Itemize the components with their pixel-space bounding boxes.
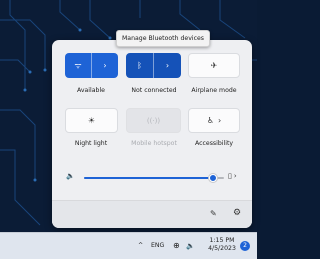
accessibility-label: Accessibility — [194, 140, 234, 147]
clock-time: 1:15 PM — [209, 237, 235, 244]
quick-settings-footer: ✎ ⚙ — [52, 200, 252, 228]
bluetooth-tooltip: Manage Bluetooth devices — [116, 30, 210, 47]
quick-settings-panel: ᯤ › Available ᛒ › Not connected ✈ Airpla… — [52, 40, 252, 228]
clock-date: 4/5/2023 — [208, 245, 236, 252]
bluetooth-toggle[interactable]: ᛒ › — [126, 53, 181, 78]
network-icon[interactable]: ⊕ — [173, 233, 180, 259]
night-light-icon: ☀ — [87, 116, 96, 125]
night-light-label: Night light — [74, 140, 108, 147]
volume-icon[interactable]: 🔈 — [186, 233, 195, 259]
volume-slider-thumb[interactable] — [208, 174, 217, 182]
mobile-hotspot-toggle[interactable]: ((·)) — [126, 108, 181, 133]
audio-output-chevron-icon[interactable]: › — [234, 172, 237, 180]
accessibility-toggle[interactable]: ♿ › — [188, 108, 240, 133]
accessibility-icon: ♿ — [206, 116, 214, 125]
clock[interactable]: 1:15 PM 4/5/2023 — [204, 237, 240, 253]
speaker-icon[interactable]: 🔈 — [66, 172, 75, 180]
mobile-hotspot-label: Mobile hotspot — [131, 140, 177, 147]
hotspot-icon: ((·)) — [146, 116, 161, 125]
taskbar: ^ ENG ⊕ 🔈 1:15 PM 4/5/2023 2 — [0, 232, 257, 259]
night-light-toggle[interactable]: ☀ — [65, 108, 118, 133]
audio-output-icon[interactable]: ▯ › — [228, 172, 237, 180]
notification-badge[interactable]: 2 — [240, 241, 250, 251]
bluetooth-label: Not connected — [131, 87, 177, 94]
edit-icon[interactable]: ✎ — [210, 209, 217, 218]
wifi-chevron-icon[interactable]: › — [92, 53, 118, 78]
airplane-mode-toggle[interactable]: ✈ — [188, 53, 240, 78]
accessibility-chevron-icon: › — [217, 116, 222, 125]
volume-row: 🔈 ▯ › — [52, 170, 252, 186]
wifi-icon[interactable]: ᯤ — [65, 53, 92, 78]
wifi-toggle[interactable]: ᯤ › — [65, 53, 118, 78]
airplane-icon: ✈ — [210, 61, 218, 70]
language-indicator[interactable]: ENG — [151, 233, 164, 259]
bluetooth-icon[interactable]: ᛒ — [126, 53, 154, 78]
volume-slider[interactable] — [84, 174, 224, 182]
volume-slider-fill — [84, 177, 213, 179]
bluetooth-chevron-icon[interactable]: › — [154, 53, 181, 78]
airplane-mode-label: Airplane mode — [191, 87, 237, 94]
gear-icon[interactable]: ⚙ — [233, 208, 241, 218]
wifi-label: Available — [76, 87, 105, 94]
show-hidden-icons-chevron-icon[interactable]: ^ — [138, 233, 143, 259]
